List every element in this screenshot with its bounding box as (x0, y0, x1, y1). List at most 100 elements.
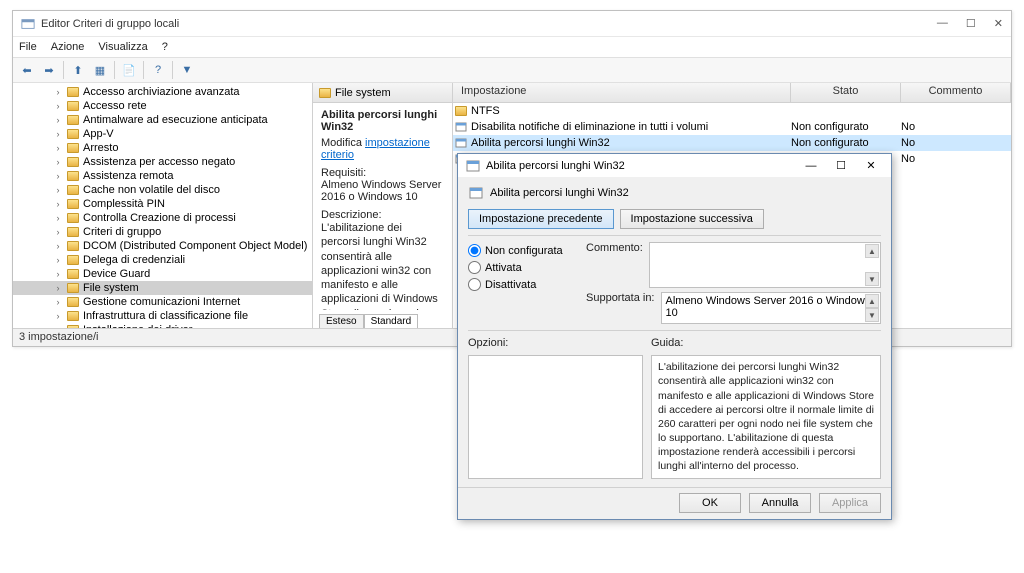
chevron-right-icon[interactable]: › (53, 171, 63, 181)
cancel-button[interactable]: Annulla (749, 493, 811, 513)
policy-dialog: Abilita percorsi lunghi Win32 — ☐ ✕ Abil… (457, 153, 892, 520)
dialog-titlebar[interactable]: Abilita percorsi lunghi Win32 — ☐ ✕ (458, 154, 891, 177)
apply-button[interactable]: Applica (819, 493, 881, 513)
scroll-down-icon[interactable]: ▼ (865, 308, 879, 322)
ok-button[interactable]: OK (679, 493, 741, 513)
scroll-up-icon[interactable]: ▲ (865, 294, 879, 308)
folder-icon (67, 269, 79, 279)
folder-icon (67, 255, 79, 265)
tree-item[interactable]: ›Delega di credenziali (13, 253, 312, 267)
list-row[interactable]: Abilita percorsi lunghi Win32Non configu… (453, 135, 1011, 151)
chevron-right-icon[interactable]: › (53, 157, 63, 167)
minimize-button[interactable]: — (937, 17, 948, 30)
tree-item[interactable]: › Complessità PIN (13, 197, 312, 211)
list-row[interactable]: Disabilita notifiche di eliminazione in … (453, 119, 1011, 135)
chevron-right-icon[interactable]: › (53, 241, 63, 251)
help-icon[interactable]: ? (148, 60, 168, 80)
prev-setting-button[interactable]: Impostazione precedente (468, 209, 614, 229)
tree-item[interactable]: › Arresto (13, 141, 312, 155)
chevron-right-icon[interactable]: › (53, 143, 63, 153)
chevron-right-icon[interactable]: › (53, 101, 63, 111)
chevron-right-icon[interactable]: › (53, 311, 63, 321)
tree-item[interactable]: ›File system (13, 281, 312, 295)
guide-box[interactable]: L'abilitazione dei percorsi lunghi Win32… (651, 355, 881, 478)
chevron-right-icon[interactable]: › (53, 213, 63, 223)
radio-disabled[interactable]: Disattivata (468, 278, 578, 291)
dialog-close[interactable]: ✕ (859, 157, 883, 175)
menu-file[interactable]: File (19, 41, 37, 53)
menu-visualizza[interactable]: Visualizza (98, 41, 147, 53)
tree-label: Assistenza remota (83, 170, 173, 182)
folder-icon (67, 185, 79, 195)
export-icon[interactable]: 📄 (119, 60, 139, 80)
chevron-right-icon[interactable]: › (53, 255, 63, 265)
col-commento[interactable]: Commento (901, 83, 1011, 102)
supported-text: Almeno Windows Server 2016 o Windows 10 … (661, 292, 882, 324)
tree-item[interactable]: ›Assistenza per accesso negato (13, 155, 312, 169)
maximize-button[interactable]: ☐ (966, 17, 976, 30)
next-setting-button[interactable]: Impostazione successiva (620, 209, 764, 229)
comment-input[interactable]: ▲ ▼ (649, 242, 881, 288)
tree-item[interactable]: ›Controlla Creazione di processi (13, 211, 312, 225)
tree-label: Complessità PIN (83, 198, 165, 210)
up-icon[interactable]: ⬆ (68, 60, 88, 80)
row-commento: No (901, 121, 1011, 133)
tree-item[interactable]: ›Cache non volatile del disco (13, 183, 312, 197)
tree-item[interactable]: ›Infrastruttura di classificazione file (13, 309, 312, 323)
tree-label: App-V (83, 128, 114, 140)
row-commento: No (901, 153, 1011, 165)
chevron-right-icon[interactable]: › (53, 283, 63, 293)
tree-item[interactable]: ›Criteri di gruppo (13, 225, 312, 239)
tree-label: Accesso archiviazione avanzata (83, 86, 240, 98)
chevron-right-icon[interactable]: › (53, 185, 63, 195)
tab-esteso[interactable]: Esteso (319, 314, 364, 328)
description-label: Descrizione: (321, 209, 444, 221)
col-impostazione[interactable]: Impostazione (453, 83, 791, 102)
col-stato[interactable]: Stato (791, 83, 901, 102)
tree-item[interactable]: ›Device Guard (13, 267, 312, 281)
scroll-down-icon[interactable]: ▼ (865, 272, 879, 286)
chevron-right-icon[interactable]: › (53, 129, 63, 139)
tree-item[interactable]: ›Installazione dei driver (13, 323, 312, 328)
chevron-right-icon[interactable]: › (53, 199, 63, 209)
filter-icon[interactable]: ▼ (177, 60, 197, 80)
radio-nc-input[interactable] (468, 244, 481, 257)
app-icon (21, 17, 35, 31)
radio-not-configured[interactable]: Non configurata (468, 244, 578, 257)
titlebar[interactable]: Editor Criteri di gruppo locali — ☐ ✕ (13, 11, 1011, 37)
tree-item[interactable]: › Accesso archiviazione avanzata (13, 85, 312, 99)
edit-prefix: Modifica (321, 137, 365, 149)
folder-icon (67, 297, 79, 307)
tree-label: Arresto (83, 142, 118, 154)
scroll-up-icon[interactable]: ▲ (865, 244, 879, 258)
tree-item[interactable]: › Assistenza remota (13, 169, 312, 183)
back-icon[interactable]: ⬅ (17, 60, 37, 80)
chevron-right-icon[interactable]: › (53, 87, 63, 97)
tree-item[interactable]: ›Accesso rete (13, 99, 312, 113)
tree-item[interactable]: ›Antimalware ad esecuzione anticipata (13, 113, 312, 127)
folder-icon (67, 241, 79, 251)
chevron-right-icon[interactable]: › (53, 227, 63, 237)
tree-item[interactable]: ›Gestione comunicazioni Internet (13, 295, 312, 309)
chevron-right-icon[interactable]: › (53, 269, 63, 279)
tree-item[interactable]: ›DCOM (Distributed Component Object Mode… (13, 239, 312, 253)
radio-enabled[interactable]: Attivata (468, 261, 578, 274)
list-row[interactable]: NTFS (453, 103, 1011, 119)
radio-on-input[interactable] (468, 261, 481, 274)
tree-item[interactable]: › App-V (13, 127, 312, 141)
menu-azione[interactable]: Azione (51, 41, 85, 53)
dialog-maximize[interactable]: ☐ (829, 157, 853, 175)
show-hide-icon[interactable]: ▦ (90, 60, 110, 80)
close-button[interactable]: ✕ (994, 17, 1003, 30)
folder-icon (67, 157, 79, 167)
tree-pane[interactable]: › Accesso archiviazione avanzata›Accesso … (13, 83, 313, 328)
chevron-right-icon[interactable]: › (53, 115, 63, 125)
menu-help[interactable]: ? (162, 41, 168, 53)
chevron-right-icon[interactable]: › (53, 297, 63, 307)
comment-label: Commento: (586, 242, 643, 288)
forward-icon[interactable]: ➡ (39, 60, 59, 80)
radio-off-input[interactable] (468, 278, 481, 291)
chevron-right-icon[interactable]: › (53, 325, 63, 328)
dialog-minimize[interactable]: — (799, 157, 823, 175)
tab-standard[interactable]: Standard (364, 314, 419, 328)
